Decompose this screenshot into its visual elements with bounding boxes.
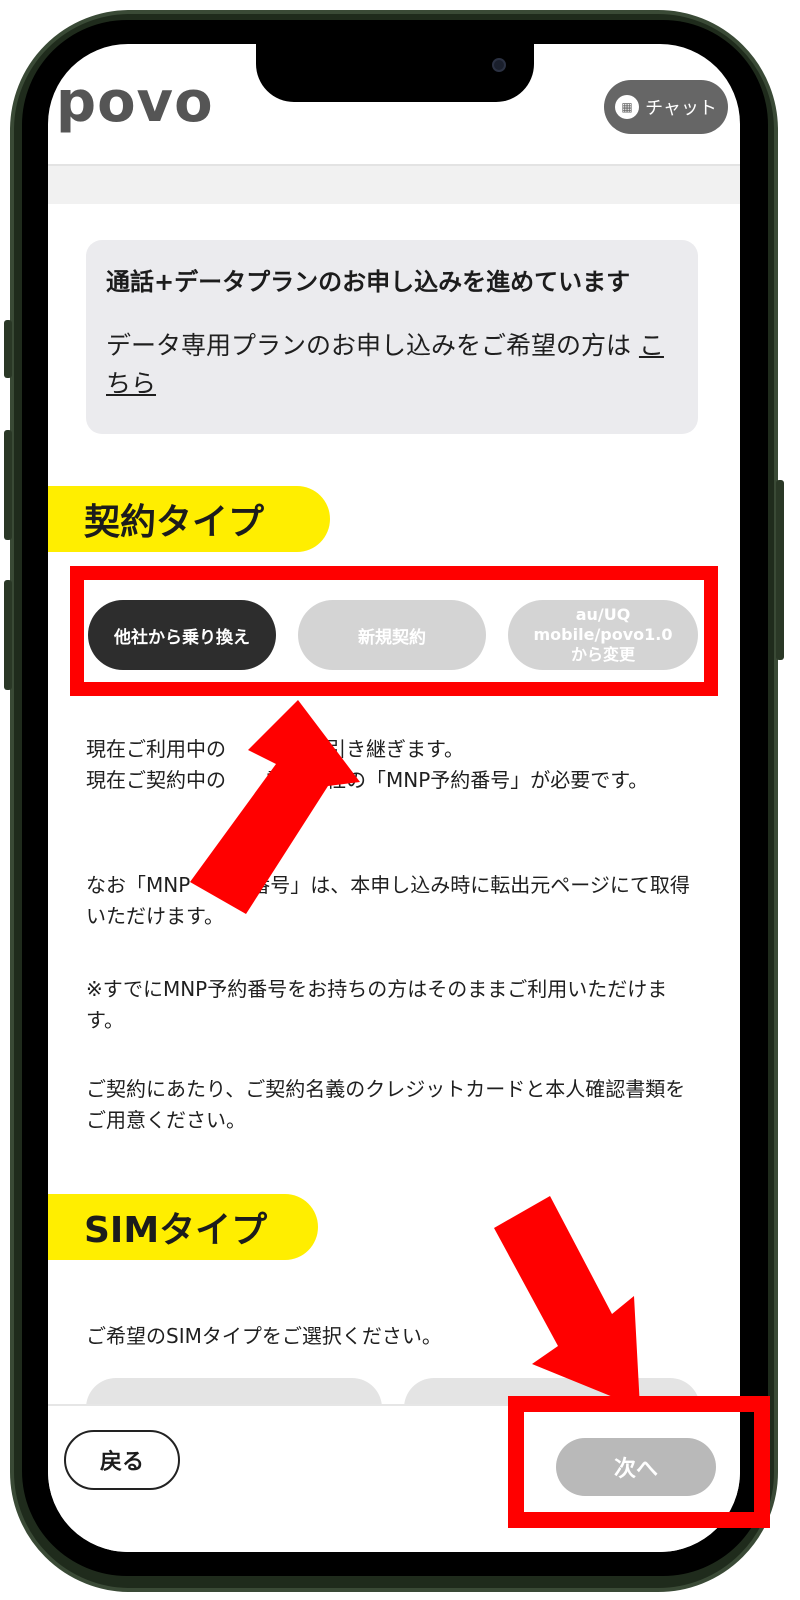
plan-notice-box: 通話+データプランのお申し込みを進めています データ専用プランのお申し込みをご希…: [86, 240, 698, 434]
back-button[interactable]: 戻る: [64, 1430, 180, 1490]
contract-desc-1: 現在ご利用中の 号を引き継ぎます。 現在ご契約中の 電話会社の「MNP予約番号」…: [86, 737, 649, 792]
contract-options-highlight: [70, 566, 718, 696]
chat-button[interactable]: ▦ チャット: [604, 80, 728, 134]
volume-up-button: [4, 430, 12, 540]
contract-type-heading: 契約タイプ: [48, 486, 330, 552]
contract-desc-4: ご契約にあたり、ご契約名義のクレジットカードと本人確認書類をご用意ください。: [86, 1077, 686, 1132]
arrow-up-icon: [190, 700, 360, 914]
front-camera: [492, 58, 506, 72]
notice-body: データ専用プランのお申し込みをご希望の方は: [106, 331, 639, 360]
notice-text: データ専用プランのお申し込みをご希望の方は こちら: [106, 327, 678, 402]
sim-type-description: ご希望のSIMタイプをご選択ください。: [86, 1324, 442, 1348]
contract-desc-3: ※すでにMNP予約番号をお持ちの方はそのままご利用いただけます。: [86, 977, 668, 1032]
arrow-down-right-icon: [494, 1196, 640, 1408]
header-divider: [48, 164, 740, 204]
chat-icon: ▦: [615, 95, 640, 119]
povo-logo: povo: [56, 70, 214, 135]
mute-switch: [4, 320, 12, 378]
power-button: [776, 480, 784, 660]
volume-down-button: [4, 580, 12, 690]
contract-desc-2: なお「MNP 約番号」は、本申し込み時に転出元ページにて取得いただけます。: [86, 873, 690, 928]
next-button-highlight: [508, 1396, 770, 1528]
sim-type-heading: SIMタイプ: [48, 1194, 318, 1260]
phone-notch: [256, 44, 534, 102]
notice-title: 通話+データプランのお申し込みを進めています: [106, 268, 631, 296]
chat-button-label: チャット: [645, 98, 717, 119]
